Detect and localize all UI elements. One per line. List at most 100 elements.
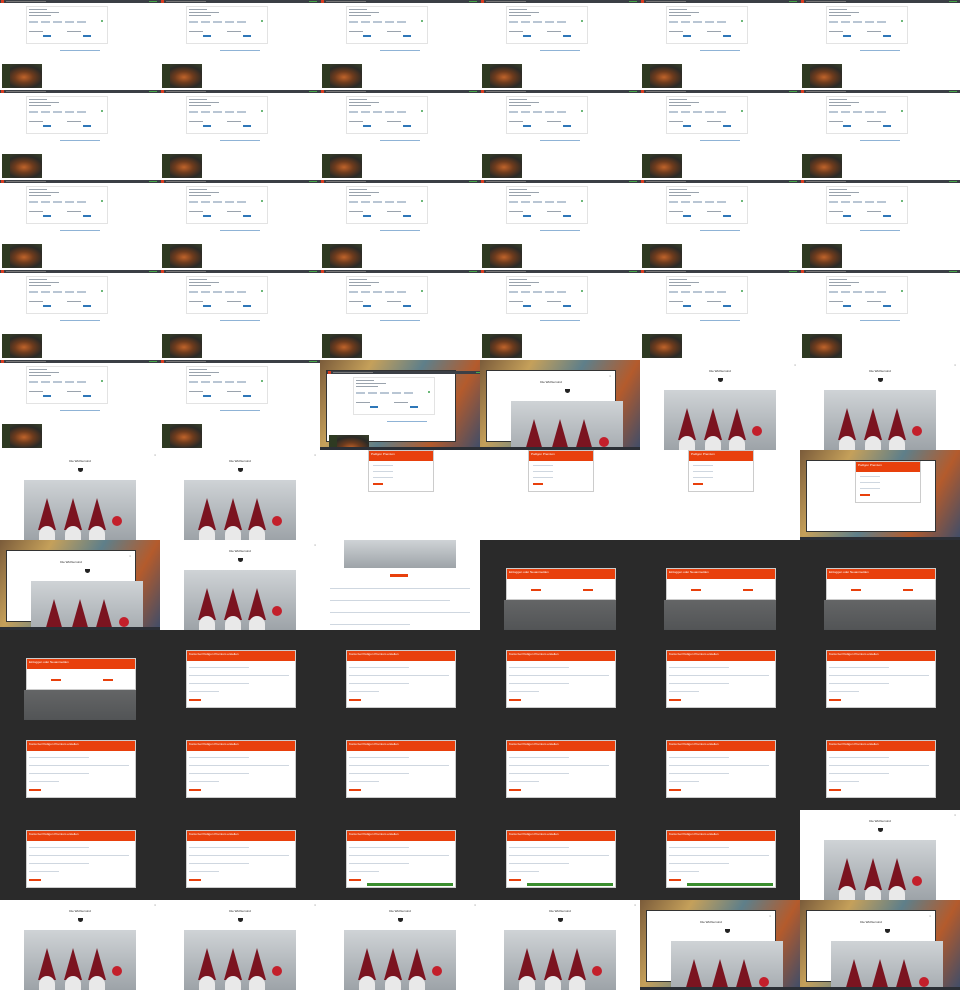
form-tab[interactable] xyxy=(373,21,382,23)
form-tab[interactable] xyxy=(717,21,726,23)
form-tab[interactable] xyxy=(669,291,678,293)
submit-button[interactable] xyxy=(203,215,211,217)
form-tab[interactable] xyxy=(693,111,702,113)
form-tab[interactable] xyxy=(509,111,518,113)
input-field[interactable] xyxy=(829,667,889,668)
submit-button[interactable] xyxy=(43,35,51,37)
input-field[interactable] xyxy=(189,691,219,692)
form-tab[interactable] xyxy=(877,291,886,293)
form-tab[interactable] xyxy=(53,381,62,383)
submit-button[interactable] xyxy=(829,699,841,701)
input-field[interactable] xyxy=(29,863,89,864)
form-tab[interactable] xyxy=(361,291,370,293)
form-tab[interactable] xyxy=(545,21,554,23)
form-tab[interactable] xyxy=(705,201,714,203)
subscribe-button[interactable] xyxy=(390,574,408,577)
form-tab[interactable] xyxy=(65,111,74,113)
browser-tabs[interactable] xyxy=(326,1,366,2)
submit-button[interactable] xyxy=(370,406,378,408)
submit-button[interactable] xyxy=(83,395,91,397)
submit-button[interactable] xyxy=(843,305,851,307)
input-field[interactable] xyxy=(189,667,249,668)
submit-button[interactable] xyxy=(189,699,201,701)
input-field[interactable] xyxy=(860,488,880,489)
form-tab[interactable] xyxy=(213,381,222,383)
footer-link[interactable] xyxy=(540,50,580,51)
login-button[interactable] xyxy=(373,483,383,485)
footer-link[interactable] xyxy=(540,230,580,231)
browser-tabs[interactable] xyxy=(326,91,366,92)
footer-link[interactable] xyxy=(700,320,740,321)
browser-tabs[interactable] xyxy=(6,271,46,272)
form-tab[interactable] xyxy=(201,21,210,23)
form-tab[interactable] xyxy=(705,21,714,23)
form-tab[interactable] xyxy=(865,291,874,293)
form-tab[interactable] xyxy=(29,291,38,293)
input-field[interactable] xyxy=(693,477,713,478)
footer-link[interactable] xyxy=(380,230,420,231)
form-tab[interactable] xyxy=(53,21,62,23)
form-tab[interactable] xyxy=(213,21,222,23)
form-tab[interactable] xyxy=(404,392,413,394)
footer-link[interactable] xyxy=(380,320,420,321)
form-tab[interactable] xyxy=(509,201,518,203)
form-tab[interactable] xyxy=(373,201,382,203)
footer-link[interactable] xyxy=(220,230,260,231)
input-field[interactable] xyxy=(669,691,699,692)
submit-button[interactable] xyxy=(189,789,201,791)
input-field[interactable] xyxy=(29,781,59,782)
input-field[interactable] xyxy=(189,863,249,864)
input-field[interactable] xyxy=(669,847,729,848)
login-button[interactable] xyxy=(693,483,703,485)
submit-button[interactable] xyxy=(349,789,361,791)
input-field[interactable] xyxy=(189,871,219,872)
submit-button[interactable] xyxy=(509,789,521,791)
submit-button[interactable] xyxy=(523,125,531,127)
submit-button[interactable] xyxy=(243,35,251,37)
form-tab[interactable] xyxy=(853,21,862,23)
form-tab[interactable] xyxy=(557,111,566,113)
input-field[interactable] xyxy=(349,773,409,774)
form-tab[interactable] xyxy=(397,111,406,113)
form-tab[interactable] xyxy=(521,111,530,113)
close-icon[interactable]: × xyxy=(154,453,156,457)
footer-link[interactable] xyxy=(220,50,260,51)
form-tab[interactable] xyxy=(361,21,370,23)
submit-button[interactable] xyxy=(509,879,521,881)
form-tab[interactable] xyxy=(865,201,874,203)
close-icon[interactable]: × xyxy=(954,363,956,367)
form-tab[interactable] xyxy=(65,201,74,203)
signup-button[interactable] xyxy=(103,679,113,681)
submit-button[interactable] xyxy=(669,789,681,791)
input-field[interactable] xyxy=(533,471,553,472)
submit-button[interactable] xyxy=(203,305,211,307)
submit-button[interactable] xyxy=(683,305,691,307)
close-icon[interactable]: × xyxy=(314,543,316,547)
footer-link[interactable] xyxy=(220,410,260,411)
input-field[interactable] xyxy=(189,757,249,758)
submit-button[interactable] xyxy=(349,699,361,701)
submit-button[interactable] xyxy=(723,35,731,37)
form-tab[interactable] xyxy=(368,392,377,394)
footer-link[interactable] xyxy=(60,50,100,51)
footer-link[interactable] xyxy=(700,230,740,231)
submit-button[interactable] xyxy=(403,215,411,217)
form-tab[interactable] xyxy=(669,111,678,113)
input-field[interactable] xyxy=(533,465,553,466)
input-field[interactable] xyxy=(860,476,880,477)
form-tab[interactable] xyxy=(225,381,234,383)
form-tab[interactable] xyxy=(213,111,222,113)
input-field[interactable] xyxy=(509,691,539,692)
form-tab[interactable] xyxy=(545,111,554,113)
form-tab[interactable] xyxy=(213,291,222,293)
input-field[interactable] xyxy=(189,781,219,782)
input-field[interactable] xyxy=(349,871,379,872)
input-field[interactable] xyxy=(509,757,569,758)
form-tab[interactable] xyxy=(189,111,198,113)
input-field[interactable] xyxy=(349,781,379,782)
input-field[interactable] xyxy=(29,871,59,872)
input-field[interactable] xyxy=(829,683,889,684)
form-tab[interactable] xyxy=(225,201,234,203)
close-icon[interactable]: × xyxy=(929,914,931,918)
browser-tabs[interactable] xyxy=(166,271,206,272)
